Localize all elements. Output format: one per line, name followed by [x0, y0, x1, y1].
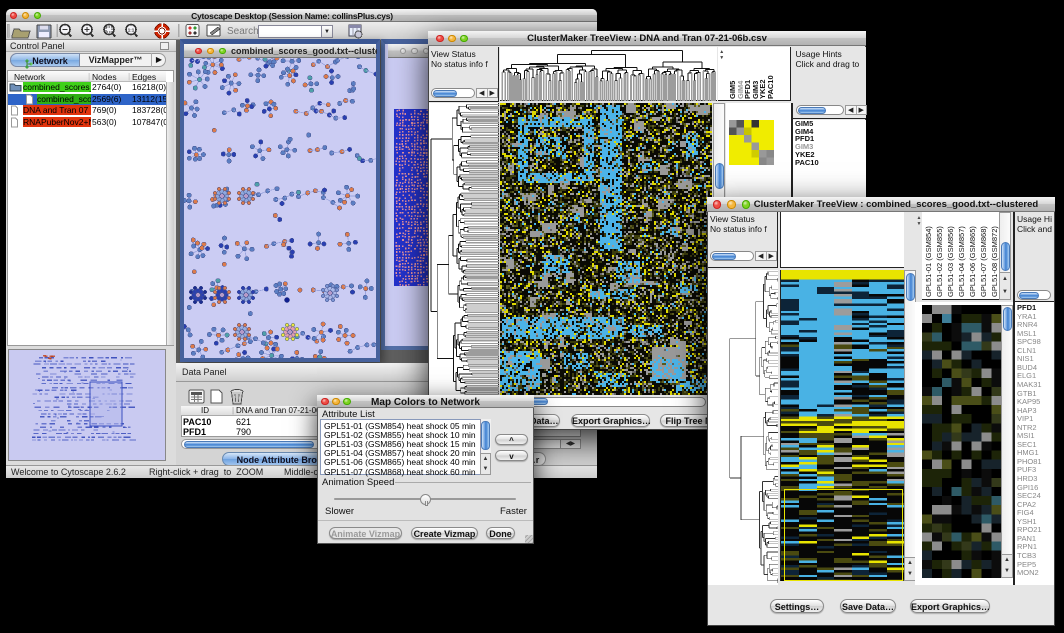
svg-text:1:1: 1:1	[128, 28, 135, 33]
